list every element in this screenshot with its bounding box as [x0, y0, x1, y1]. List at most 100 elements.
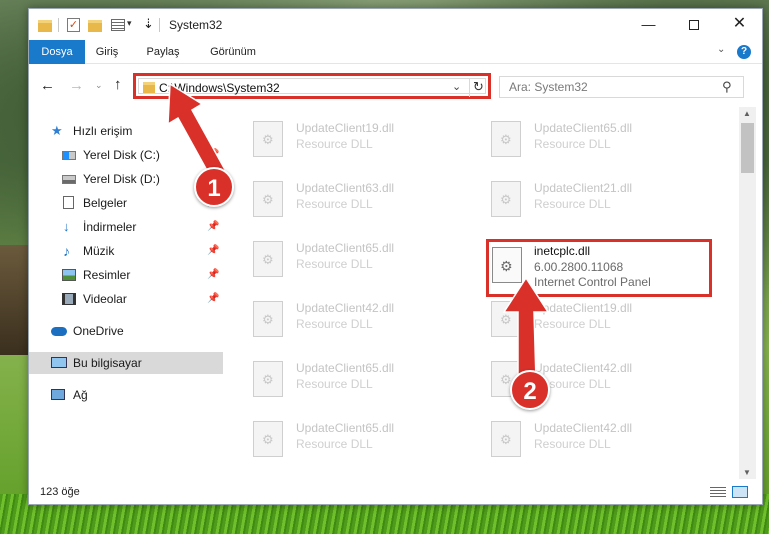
file-name: UpdateClient65.dll	[296, 241, 395, 255]
this-pc-icon	[51, 357, 67, 368]
list-item[interactable]: UpdateClient42.dll Resource DLL	[223, 293, 443, 343]
pin-icon[interactable]: 📌	[207, 216, 219, 238]
folder-icon	[143, 82, 155, 93]
file-name: UpdateClient42.dll	[534, 421, 633, 435]
sidebar-item-label: Belgeler	[83, 196, 128, 210]
download-icon: ↓	[63, 219, 70, 234]
file-description: Resource DLL	[296, 137, 373, 151]
search-icon[interactable]: ⚲	[722, 79, 732, 95]
sidebar-item-label: OneDrive	[73, 324, 124, 338]
sidebar-item-onedrive[interactable]: OneDrive	[29, 320, 223, 342]
forward-arrow-icon[interactable]: →	[69, 77, 84, 94]
pin-icon[interactable]: 📌	[207, 264, 219, 286]
list-item[interactable]: UpdateClient21.dll Resource DLL	[461, 173, 681, 223]
ribbon-tabs: Dosya Giriş Paylaş Görünüm ⌄ ?	[29, 40, 762, 64]
window-title: System32	[169, 18, 223, 32]
tab-file[interactable]: Dosya	[29, 40, 85, 64]
toolbar-separator	[159, 18, 160, 32]
sidebar-item-this-pc[interactable]: Bu bilgisayar	[29, 352, 223, 374]
recent-locations-chevron-icon[interactable]: ⌄	[95, 80, 103, 91]
close-button[interactable]: ✕	[717, 9, 762, 39]
file-explorer-window: ✓ ▾ ⇣ System32 — ✕ Dosya Giriş Paylaş Gö…	[28, 8, 763, 505]
tab-view[interactable]: Görünüm	[197, 40, 269, 64]
scrollbar-thumb[interactable]	[741, 123, 754, 173]
item-count: 123 öğe	[40, 486, 80, 498]
up-arrow-icon[interactable]: ↑	[114, 76, 122, 93]
address-separator	[469, 79, 470, 97]
list-item[interactable]: UpdateClient42.dll Resource DLL	[461, 413, 681, 463]
step-badge-2: 2	[510, 370, 550, 410]
file-description: Resource DLL	[296, 257, 373, 271]
vertical-scrollbar[interactable]: ▲ ▼	[739, 107, 756, 479]
sidebar-item-music[interactable]: ♪ Müzik 📌	[29, 240, 223, 262]
refresh-icon[interactable]: ↻	[473, 79, 484, 95]
sidebar-item-label: Ağ	[73, 388, 88, 402]
help-icon[interactable]: ?	[737, 45, 751, 59]
sidebar-item-pictures[interactable]: Resimler 📌	[29, 264, 223, 286]
music-icon: ♪	[63, 243, 70, 259]
list-item[interactable]: UpdateClient65.dll Resource DLL	[223, 413, 443, 463]
properties-check-icon[interactable]: ✓	[67, 18, 80, 32]
file-description: Resource DLL	[296, 197, 373, 211]
expand-ribbon-chevron-icon[interactable]: ⌄	[717, 44, 725, 55]
step-badge-1: 1	[194, 167, 234, 207]
list-item[interactable]: UpdateClient65.dll Resource DLL	[223, 353, 443, 403]
videos-icon	[62, 293, 76, 305]
minimize-button[interactable]: —	[626, 9, 671, 39]
title-bar: ✓ ▾ ⇣ System32 — ✕	[29, 9, 762, 40]
star-icon: ★	[51, 123, 63, 138]
drive-icon	[62, 175, 76, 184]
dll-file-icon	[253, 421, 283, 457]
sidebar-item-label: Bu bilgisayar	[73, 356, 142, 370]
file-description: Resource DLL	[296, 437, 373, 451]
large-icons-view-icon[interactable]	[732, 486, 748, 498]
dll-file-icon	[253, 301, 283, 337]
dll-file-icon	[491, 121, 521, 157]
sidebar-item-network[interactable]: Ağ	[29, 384, 223, 406]
details-view-icon[interactable]	[710, 487, 726, 498]
pictures-icon	[62, 269, 76, 281]
dll-file-icon	[491, 421, 521, 457]
file-version: 6.00.2800.11068	[534, 260, 624, 274]
file-name: UpdateClient42.dll	[296, 301, 395, 315]
file-name: UpdateClient65.dll	[534, 121, 633, 135]
navigation-bar: ← → ⌄ ↑ C:\Windows\System32 ⌄ ↻ Ara: Sys…	[29, 65, 762, 107]
scroll-down-arrow-icon[interactable]: ▼	[743, 468, 751, 477]
file-description: Resource DLL	[534, 137, 611, 151]
scroll-up-arrow-icon[interactable]: ▲	[743, 109, 751, 118]
search-input[interactable]: Ara: System32 ⚲	[499, 76, 744, 98]
folder-icon	[38, 20, 52, 32]
windows-drive-icon	[62, 151, 76, 160]
list-item[interactable]: UpdateClient65.dll Resource DLL	[461, 113, 681, 163]
file-description: Resource DLL	[296, 377, 373, 391]
properties-icon[interactable]	[111, 19, 125, 31]
maximize-button[interactable]	[671, 9, 716, 39]
dll-file-icon	[491, 181, 521, 217]
sidebar-item-label: Videolar	[83, 292, 127, 306]
onedrive-icon	[51, 327, 67, 336]
sidebar-item-label: Resimler	[83, 268, 131, 282]
sidebar-item-label: Yerel Disk (D:)	[83, 172, 160, 186]
list-item[interactable]: UpdateClient65.dll Resource DLL	[223, 233, 443, 283]
file-description: Resource DLL	[534, 437, 611, 451]
sidebar-item-label: İndirmeler	[83, 220, 137, 234]
toolbar-separator	[58, 18, 59, 32]
tab-share[interactable]: Paylaş	[133, 40, 193, 64]
toolbar-arrow-icon[interactable]: ⇣	[143, 16, 154, 32]
file-description: Resource DLL	[296, 317, 373, 331]
search-placeholder: Ara: System32	[509, 80, 588, 94]
sidebar-item-downloads[interactable]: ↓ İndirmeler 📌	[29, 216, 223, 238]
address-dropdown-chevron-icon[interactable]: ⌄	[452, 80, 461, 93]
pin-icon[interactable]: 📌	[207, 288, 219, 310]
documents-icon	[63, 196, 74, 209]
sidebar-item-videos[interactable]: Videolar 📌	[29, 288, 223, 310]
customize-toolbar-chevron-icon[interactable]: ▾	[127, 18, 132, 34]
new-folder-icon[interactable]	[88, 20, 102, 32]
tab-home[interactable]: Giriş	[85, 40, 129, 64]
back-arrow-icon[interactable]: ←	[40, 77, 55, 94]
file-name: UpdateClient65.dll	[296, 421, 395, 435]
background-hut	[0, 245, 30, 355]
file-name: UpdateClient19.dll	[296, 121, 395, 135]
pin-icon[interactable]: 📌	[207, 240, 219, 262]
dll-file-icon	[253, 361, 283, 397]
